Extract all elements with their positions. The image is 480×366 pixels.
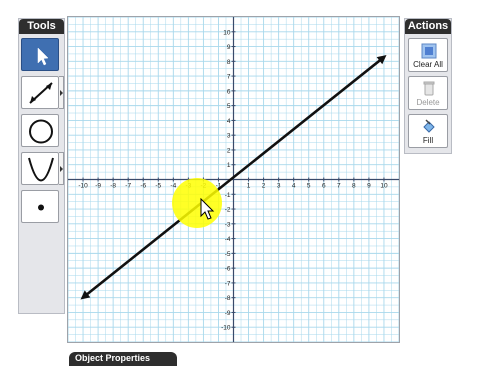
x-tick-label: 7 [337, 183, 341, 190]
line-tool-icon [29, 82, 53, 104]
line-tool-button[interactable] [21, 76, 59, 109]
x-tick-label: -5 [155, 183, 161, 190]
y-tick-label: -3 [225, 221, 231, 228]
y-tick-label: 1 [227, 162, 231, 169]
pointer-tool-button[interactable] [21, 38, 59, 71]
x-tick-label: -7 [125, 183, 131, 190]
actions-panel-title: Actions [405, 19, 451, 34]
y-tick-label: 10 [223, 29, 231, 36]
clear-all-label: Clear All [413, 60, 443, 69]
y-tick-label: -7 [225, 280, 231, 287]
point-tool-icon [38, 204, 44, 211]
object-properties-label: Object Properties [75, 353, 151, 363]
pointer-arrow-icon [37, 47, 49, 66]
x-tick-label: -6 [140, 183, 146, 190]
clear-all-button[interactable]: Clear All [408, 38, 448, 72]
y-tick-label: 4 [227, 118, 231, 125]
x-tick-label: 3 [277, 183, 281, 190]
y-tick-label: 2 [227, 147, 231, 154]
object-properties-tab[interactable]: Object Properties [69, 352, 177, 366]
tools-panel: Tools [18, 18, 65, 314]
y-tick-label: -10 [221, 325, 231, 332]
mouse-cursor-icon [200, 198, 215, 220]
x-tick-label: 9 [367, 183, 371, 190]
x-tick-label: -9 [95, 183, 101, 190]
y-tick-label: 5 [227, 103, 231, 110]
actions-panel: Actions Clear All Delete Fill [404, 18, 452, 154]
x-tick-label: 2 [262, 183, 266, 190]
parabola-tool-expand-arrow[interactable] [59, 152, 64, 185]
tools-panel-title: Tools [19, 19, 64, 34]
y-tick-label: 7 [227, 74, 231, 81]
y-tick-label: -9 [225, 310, 231, 317]
y-tick-label: -8 [225, 295, 231, 302]
x-tick-label: -8 [110, 183, 116, 190]
x-tick-label: 6 [322, 183, 326, 190]
y-tick-label: 3 [227, 133, 231, 140]
y-tick-label: -1 [225, 192, 231, 199]
fill-bucket-icon [423, 119, 435, 133]
x-tick-label: 4 [292, 183, 296, 190]
y-tick-label: 6 [227, 88, 231, 95]
fill-button[interactable]: Fill [408, 114, 448, 148]
delete-trash-icon [423, 81, 435, 96]
y-tick-label: -2 [225, 207, 231, 214]
graph-canvas[interactable]: -10 -9 -8 -7 -6 -5 -4 -3 -2 -1 1 2 3 4 5 6 7 8 9 10 10 9 8 7 6 5 4… [67, 16, 400, 343]
line-tool-expand-arrow[interactable] [59, 76, 64, 109]
circle-tool-button[interactable] [21, 114, 59, 147]
y-tick-label: -6 [225, 266, 231, 273]
parabola-tool-icon [28, 157, 54, 182]
y-tick-label: 8 [227, 59, 231, 66]
clear-all-icon [421, 43, 437, 59]
y-tick-label: -4 [225, 236, 231, 243]
y-tick-label: -5 [225, 251, 231, 258]
circle-tool-icon [29, 119, 53, 144]
fill-label: Fill [422, 136, 434, 145]
point-tool-button[interactable] [21, 190, 59, 223]
coordinate-plane[interactable]: -10 -9 -8 -7 -6 -5 -4 -3 -2 -1 1 2 3 4 5 6 7 8 9 10 10 9 8 7 6 5 4… [68, 17, 399, 342]
delete-button: Delete [408, 76, 448, 110]
x-tick-label: -10 [78, 183, 88, 190]
delete-label: Delete [416, 98, 440, 107]
x-tick-label: 5 [307, 183, 311, 190]
x-tick-label: 10 [380, 183, 388, 190]
x-tick-label: 8 [352, 183, 356, 190]
parabola-tool-button[interactable] [21, 152, 59, 185]
y-tick-label: 9 [227, 44, 231, 51]
x-tick-label: 1 [247, 183, 251, 190]
